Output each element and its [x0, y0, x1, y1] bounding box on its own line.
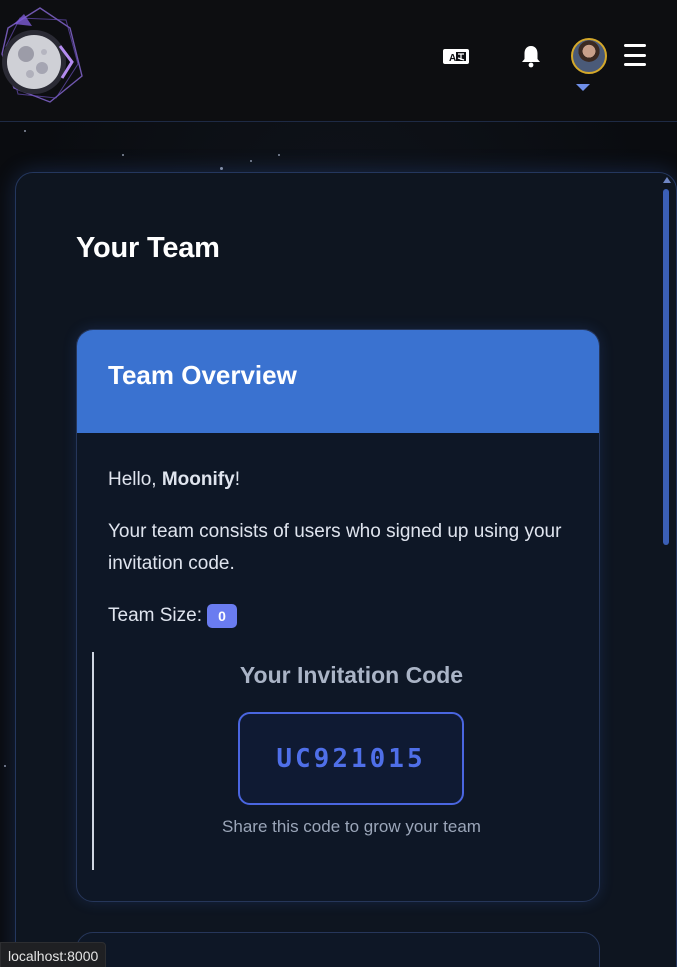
- share-hint: Share this code to grow your team: [222, 817, 481, 836]
- username: Moonify: [161, 469, 235, 490]
- next-card: [76, 932, 600, 967]
- user-avatar-button[interactable]: [571, 38, 607, 74]
- star-decoration: [4, 765, 6, 767]
- scrollbar-thumb[interactable]: [663, 189, 669, 545]
- star-decoration: [250, 160, 252, 162]
- star-decoration: [122, 154, 124, 156]
- card-title: Team Overview: [108, 360, 297, 390]
- page: A Your Team Team Overview Hello, Moonify…: [0, 0, 677, 967]
- moon-logo-icon: [1, 7, 83, 103]
- greeting-text: Hello, Moonify!: [108, 464, 240, 496]
- greeting-suffix: !: [234, 469, 240, 490]
- star-decoration: [24, 130, 26, 132]
- team-size-badge: 0: [206, 604, 237, 628]
- hamburger-menu-icon: [624, 44, 646, 47]
- team-size-label: Team Size:: [108, 605, 202, 626]
- invitation-title: Your Invitation Code: [239, 662, 464, 688]
- greeting-prefix: Hello,: [108, 469, 162, 490]
- moon-logo[interactable]: [0, 6, 86, 106]
- invitation-section: Your Invitation Code UC921015 Share this…: [92, 652, 594, 870]
- hamburger-menu-button[interactable]: [622, 44, 648, 66]
- browser-status-bar: localhost:8000: [0, 942, 107, 967]
- team-overview-card: Team Overview Hello, Moonify! Your team …: [76, 329, 600, 902]
- invitation-code[interactable]: UC921015: [276, 744, 425, 774]
- status-url: localhost:8000: [8, 947, 99, 964]
- svg-text:A: A: [449, 53, 456, 64]
- top-navbar: A: [0, 0, 677, 122]
- chevron-down-icon[interactable]: [576, 84, 590, 91]
- translate-button[interactable]: A: [441, 44, 471, 68]
- team-description: Your team consists of users who signed u…: [108, 521, 562, 574]
- page-title: Your Team: [76, 232, 220, 264]
- invitation-code-box[interactable]: UC921015: [238, 712, 464, 805]
- scrollbar[interactable]: [660, 175, 672, 967]
- card-header: Team Overview: [77, 330, 599, 433]
- scroll-up-icon[interactable]: [663, 177, 671, 183]
- notifications-button[interactable]: [518, 42, 544, 70]
- avatar: [571, 38, 607, 74]
- bell-icon: [522, 46, 540, 68]
- star-decoration: [220, 167, 223, 170]
- team-size-row: Team Size: 0: [108, 600, 237, 632]
- star-decoration: [278, 154, 280, 156]
- translate-icon: A: [443, 49, 469, 64]
